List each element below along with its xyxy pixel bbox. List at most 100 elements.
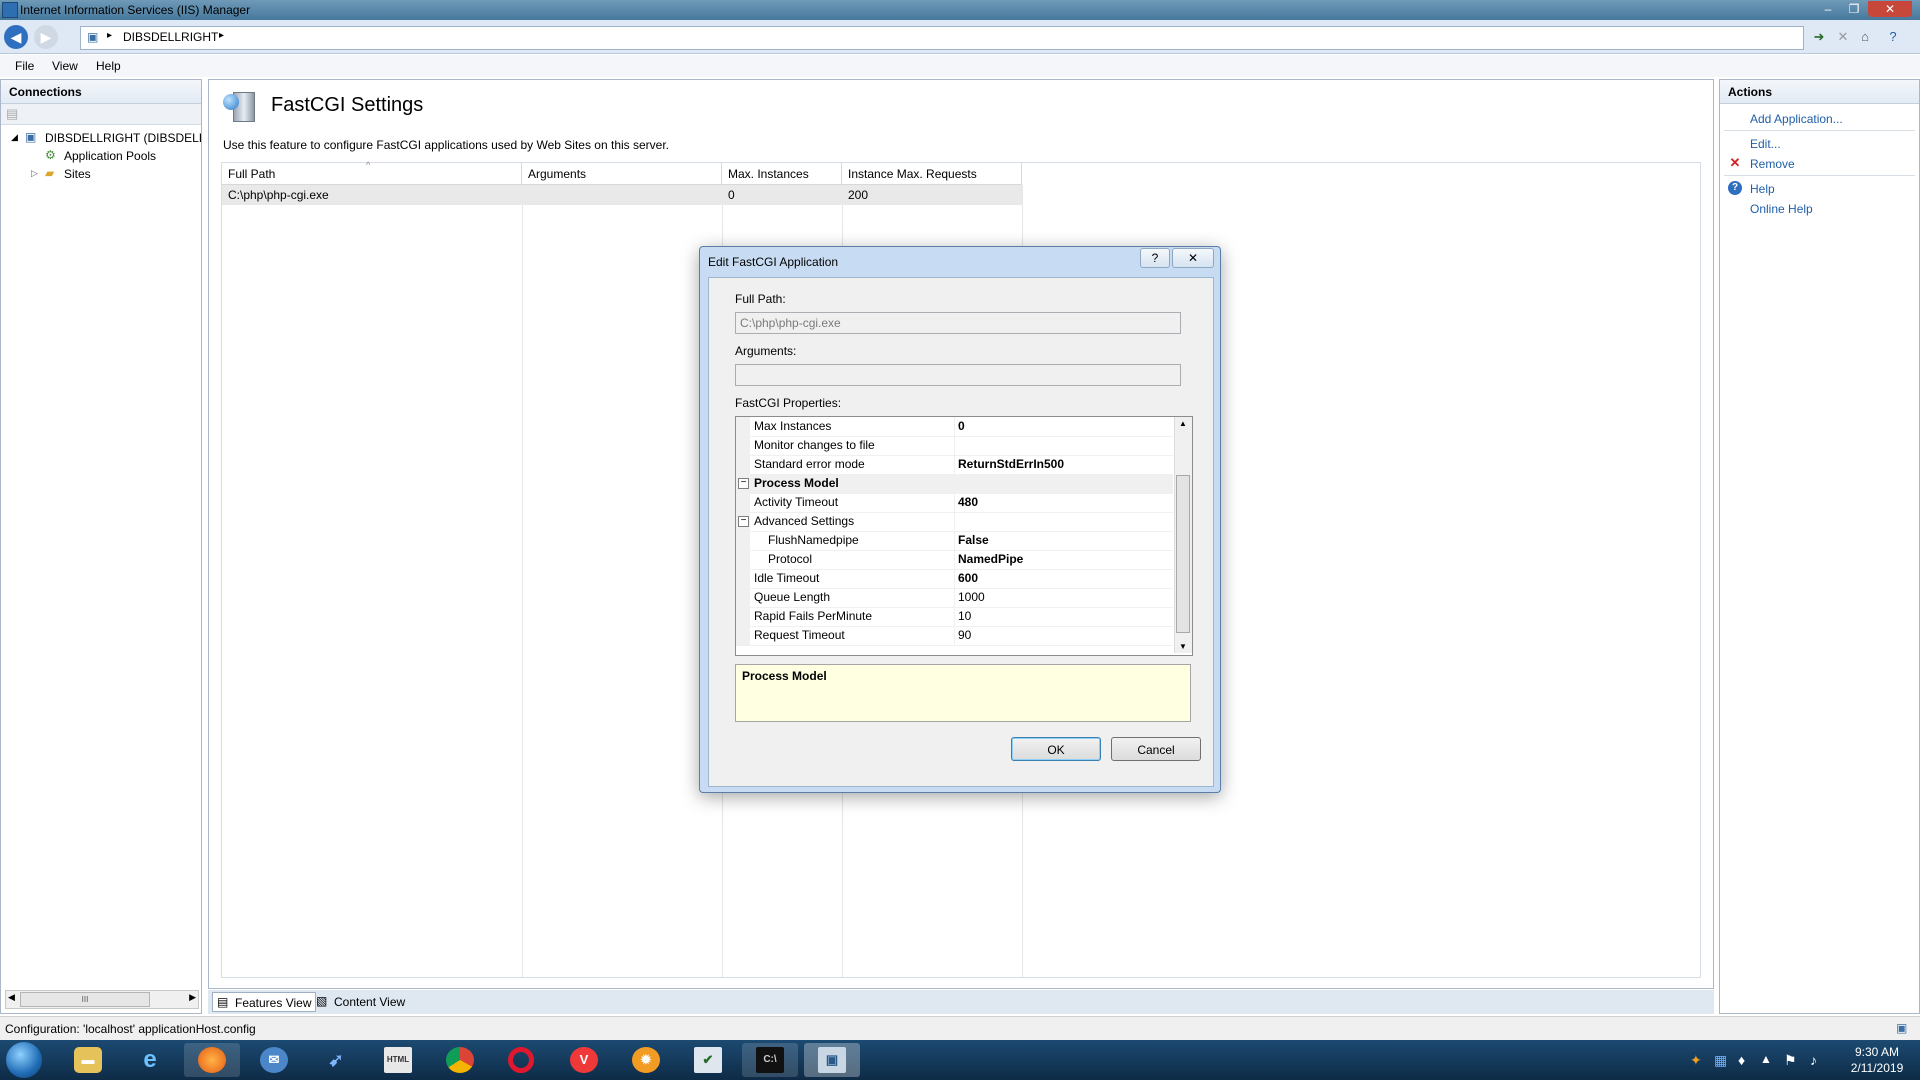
menu-bar: File View Help bbox=[0, 55, 1920, 77]
breadcrumb-server[interactable]: DIBSDELLRIGHT bbox=[123, 30, 218, 44]
menu-file[interactable]: File bbox=[15, 59, 34, 73]
tray-arrow-icon[interactable]: ▲ bbox=[1760, 1052, 1772, 1066]
minimize-button[interactable]: – bbox=[1816, 1, 1840, 17]
taskbar-check-app[interactable]: ✔ bbox=[680, 1043, 736, 1077]
menu-view[interactable]: View bbox=[52, 59, 78, 73]
help-dropdown-icon[interactable]: ? bbox=[1884, 28, 1902, 46]
action-edit[interactable]: Edit... bbox=[1750, 137, 1781, 151]
taskbar-iis-manager[interactable]: ▣ bbox=[804, 1043, 860, 1077]
cancel-button[interactable]: Cancel bbox=[1111, 737, 1201, 761]
column-header-full-path[interactable]: Full Path ^ bbox=[222, 160, 522, 185]
taskbar-clock[interactable]: 9:30 AM 2/11/2019 bbox=[1842, 1044, 1912, 1076]
tree-item-application-pools[interactable]: Application Pools bbox=[64, 149, 156, 163]
window-title-bar[interactable]: Internet Information Services (IIS) Mana… bbox=[0, 0, 1920, 20]
taskbar-chrome[interactable] bbox=[432, 1043, 488, 1077]
breadcrumb-separator-icon[interactable]: ▸ bbox=[107, 30, 112, 41]
property-value[interactable]: 10 bbox=[958, 609, 971, 623]
page-title: FastCGI Settings bbox=[271, 94, 424, 116]
restore-button[interactable]: ❐ bbox=[1842, 1, 1866, 17]
taskbar-opera[interactable] bbox=[494, 1043, 550, 1077]
scroll-down-icon[interactable]: ▼ bbox=[1179, 642, 1187, 651]
address-box[interactable]: ▣ ▸ DIBSDELLRIGHT ▸ bbox=[80, 26, 1804, 50]
property-row[interactable]: FlushNamedpipe False bbox=[736, 531, 1173, 551]
stop-icon[interactable]: ✕ bbox=[1834, 28, 1852, 46]
property-value[interactable]: 480 bbox=[958, 495, 978, 509]
column-header-arguments[interactable]: Arguments bbox=[522, 163, 722, 185]
back-button[interactable]: ◀ bbox=[4, 25, 28, 49]
property-row[interactable]: Standard error mode ReturnStdErrIn500 bbox=[736, 455, 1173, 475]
collapse-toggle-icon[interactable]: − bbox=[738, 478, 749, 489]
tray-network-icon[interactable]: ▦ bbox=[1714, 1052, 1727, 1069]
property-value[interactable]: 90 bbox=[958, 628, 971, 642]
start-orb-icon[interactable] bbox=[6, 1042, 42, 1078]
taskbar-blue-app[interactable]: ➹ bbox=[308, 1043, 364, 1077]
taskbar-internet-explorer[interactable]: e bbox=[122, 1043, 178, 1077]
dialog-help-button[interactable]: ? bbox=[1140, 248, 1170, 268]
taskbar-firefox[interactable] bbox=[184, 1043, 240, 1077]
tray-drop-icon[interactable]: ♦ bbox=[1738, 1052, 1745, 1068]
home-icon[interactable]: ⌂ bbox=[1856, 28, 1874, 46]
taskbar-command-prompt[interactable]: C:\ bbox=[742, 1043, 798, 1077]
scroll-thumb[interactable]: III bbox=[20, 992, 150, 1007]
action-remove[interactable]: Remove bbox=[1750, 157, 1795, 171]
scroll-left-icon[interactable]: ◀ bbox=[8, 992, 15, 1003]
property-row[interactable]: Rapid Fails PerMinute 10 bbox=[736, 607, 1173, 627]
taskbar: ▬ e ✉ ➹ HTML V ✹ ✔ C:\ ▣ ✦ ▦ ♦ ▲ ⚑ ♪ 9:3… bbox=[0, 1040, 1920, 1080]
property-value[interactable]: 0 bbox=[958, 419, 965, 433]
taskbar-orange-app[interactable]: ✹ bbox=[618, 1043, 674, 1077]
connections-horizontal-scrollbar[interactable]: ◀ III ▶ bbox=[5, 990, 199, 1009]
property-row[interactable]: Monitor changes to file bbox=[736, 436, 1173, 456]
tab-content-view[interactable]: ▧ Content View bbox=[312, 992, 409, 1012]
cell-full-path: C:\php\php-cgi.exe bbox=[222, 185, 522, 205]
scroll-up-icon[interactable]: ▲ bbox=[1179, 419, 1187, 428]
property-row[interactable]: Idle Timeout 600 bbox=[736, 569, 1173, 589]
property-subcategory-row[interactable]: − Advanced Settings bbox=[736, 512, 1173, 532]
tray-volume-icon[interactable]: ♪ bbox=[1810, 1052, 1817, 1068]
tray-app-icon[interactable]: ✦ bbox=[1690, 1052, 1702, 1069]
property-value[interactable]: 600 bbox=[958, 571, 978, 585]
action-online-help[interactable]: Online Help bbox=[1750, 202, 1813, 216]
close-button[interactable]: ✕ bbox=[1868, 1, 1912, 17]
tab-features-view[interactable]: ▤ Features View bbox=[212, 992, 317, 1012]
go-icon[interactable]: ➜ bbox=[1810, 28, 1828, 46]
property-row[interactable]: Activity Timeout 480 bbox=[736, 493, 1173, 513]
dialog-body: Full Path: C:\php\php-cgi.exe Arguments:… bbox=[708, 277, 1214, 787]
dialog-close-button[interactable]: ✕ bbox=[1172, 248, 1214, 268]
column-header-instance-max-requests[interactable]: Instance Max. Requests bbox=[842, 163, 1022, 185]
taskbar-file-explorer[interactable]: ▬ bbox=[60, 1043, 116, 1077]
scroll-right-icon[interactable]: ▶ bbox=[189, 992, 196, 1003]
connect-icon[interactable]: ▤ bbox=[6, 106, 18, 122]
sites-folder-icon: ▰ bbox=[45, 166, 55, 180]
menu-help[interactable]: Help bbox=[96, 59, 121, 73]
breadcrumb-separator-icon[interactable]: ▸ bbox=[219, 30, 224, 41]
taskbar-html-kit[interactable]: HTML bbox=[370, 1043, 426, 1077]
property-grid-scrollbar[interactable]: ▲ ▼ bbox=[1174, 417, 1192, 653]
column-header-max-instances[interactable]: Max. Instances bbox=[722, 163, 842, 185]
forward-button[interactable]: ▶ bbox=[34, 25, 58, 49]
property-row[interactable]: Protocol NamedPipe bbox=[736, 550, 1173, 570]
expand-toggle-icon[interactable]: ▷ bbox=[31, 168, 38, 179]
action-help[interactable]: Help bbox=[1750, 182, 1775, 196]
property-value[interactable]: ReturnStdErrIn500 bbox=[958, 457, 1064, 471]
full-path-field[interactable]: C:\php\php-cgi.exe bbox=[735, 312, 1181, 334]
property-row[interactable]: Max Instances 0 bbox=[736, 417, 1173, 437]
property-name: FlushNamedpipe bbox=[768, 533, 859, 547]
tray-flag-icon[interactable]: ⚑ bbox=[1784, 1052, 1797, 1069]
ok-button[interactable]: OK bbox=[1011, 737, 1101, 761]
property-row[interactable]: Queue Length 1000 bbox=[736, 588, 1173, 608]
property-row[interactable]: Request Timeout 90 bbox=[736, 626, 1173, 646]
tree-item-sites[interactable]: Sites bbox=[64, 167, 91, 181]
collapse-toggle-icon[interactable]: ◢ bbox=[11, 132, 18, 143]
collapse-toggle-icon[interactable]: − bbox=[738, 516, 749, 527]
taskbar-vivaldi[interactable]: V bbox=[556, 1043, 612, 1077]
property-value[interactable]: False bbox=[958, 533, 989, 547]
server-icon: ▣ bbox=[87, 30, 99, 44]
tree-item-server[interactable]: DIBSDELLRIGHT (DIBSDELLRIG bbox=[45, 131, 201, 145]
property-value[interactable]: 1000 bbox=[958, 590, 985, 604]
action-add-application[interactable]: Add Application... bbox=[1750, 112, 1843, 126]
arguments-field[interactable] bbox=[735, 364, 1181, 386]
scroll-thumb[interactable] bbox=[1176, 475, 1190, 633]
property-value[interactable]: NamedPipe bbox=[958, 552, 1023, 566]
property-category-row[interactable]: − Process Model bbox=[736, 474, 1173, 494]
taskbar-thunderbird[interactable]: ✉ bbox=[246, 1043, 302, 1077]
